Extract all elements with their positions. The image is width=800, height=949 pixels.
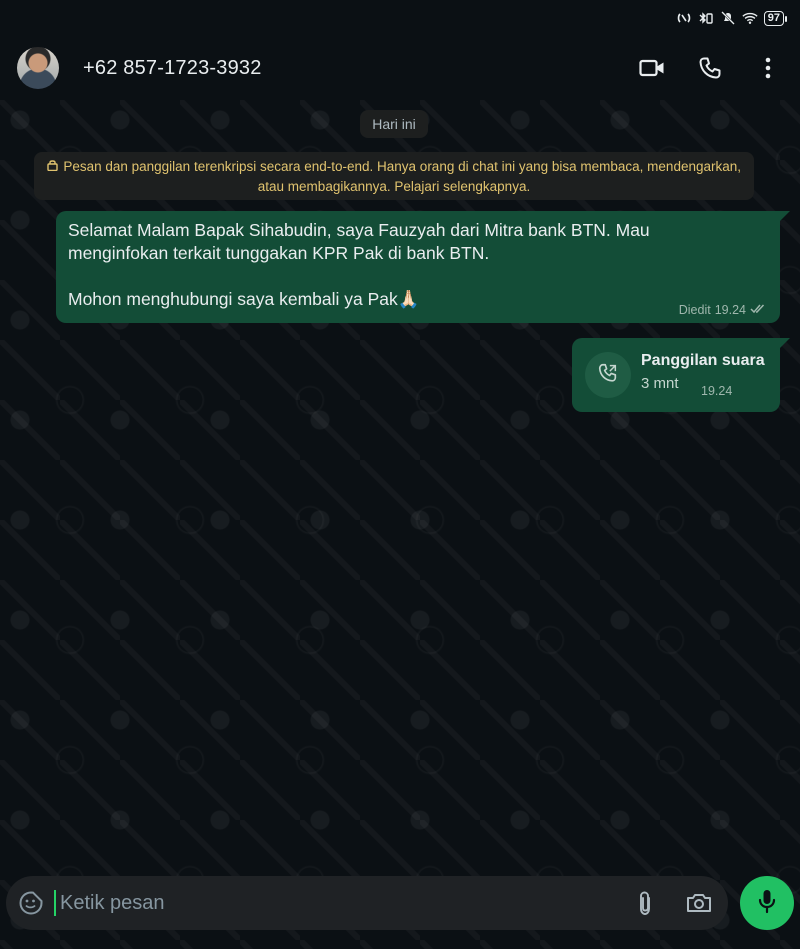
chat-header: +62 857-1723-3932 [0,36,800,100]
voice-message-button[interactable] [740,876,794,930]
wifi-icon [742,10,758,26]
read-receipt-icon [750,303,768,317]
attach-icon[interactable] [630,888,660,918]
contact-avatar[interactable] [17,47,59,89]
status-bar: 97 [0,0,800,36]
call-title: Panggilan suara [641,352,765,369]
outgoing-message[interactable]: Selamat Malam Bapak Sihabudin, saya Fauz… [56,211,790,323]
outgoing-call-icon [597,362,619,389]
contact-name[interactable]: +62 857-1723-3932 [83,57,262,80]
mute-bell-icon [720,10,736,26]
message-input[interactable] [54,890,630,916]
date-chip: Hari ini [360,110,428,138]
message-meta: Diedit 19.24 [679,303,768,317]
encryption-notice[interactable]: Pesan dan panggilan terenkripsi secara e… [34,152,754,200]
voice-call-icon[interactable] [696,54,724,82]
bluetooth-vibrate-icon [698,10,714,26]
message-text: Selamat Malam Bapak Sihabudin, saya Fauz… [68,220,650,309]
video-call-icon[interactable] [638,54,666,82]
camera-icon[interactable] [684,888,714,918]
battery-indicator: 97 [763,10,788,26]
microphone-icon [757,888,777,919]
message-composer [6,876,728,930]
header-actions [638,54,782,82]
call-icon-circle [585,352,631,398]
encryption-notice-text: Pesan dan panggilan terenkripsi secara e… [63,159,741,194]
edited-label: Diedit [678,303,711,317]
call-duration: 3 mnt [641,375,679,392]
call-time: 19.24 [701,384,733,398]
voice-call-bubble[interactable]: Panggilan suara 3 mnt 19.24 [572,338,790,412]
emoji-sticker-icon[interactable] [16,888,46,918]
more-options-icon[interactable] [754,54,782,82]
nfc-icon [676,10,692,26]
lock-icon [47,160,61,174]
message-time: 19.24 [714,303,746,317]
